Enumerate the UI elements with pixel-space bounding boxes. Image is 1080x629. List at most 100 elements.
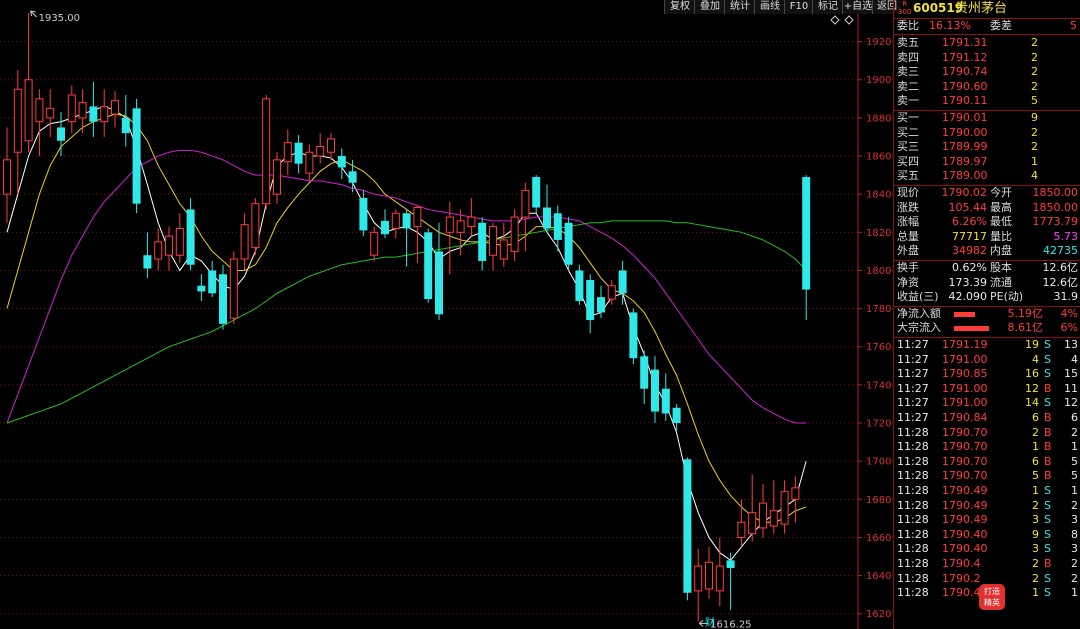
candle-body [413,207,422,228]
trade-price: 1790.70 [942,440,988,454]
toolbar-button-5[interactable]: 标记 [812,0,843,14]
y-tick-label: 1700 [866,457,891,468]
candle-body [651,369,659,412]
y-tick-label: 1680 [866,495,891,506]
trade-volume: 14 [1025,396,1039,410]
trade-price: 1790.70 [942,454,988,468]
bid-volume: 2 [1031,125,1038,139]
trade-row: 11:28 1790.49 1 S 1 [894,484,1080,499]
trade-volume: 1 [1032,484,1039,497]
candle-body [35,98,44,123]
candle-body [489,226,497,256]
kline-chart[interactable]: 1920 1900 1880 1860 1840 1820 1800 1780 1760 1740… [0,0,893,629]
trade-row: 11:28 1790.70 6 B 5 [894,455,1080,470]
fund-value: 173.39 [948,275,988,289]
candle-body [748,512,757,535]
bid-label: 买四 [897,154,919,168]
candle-body [262,98,271,205]
candle-body [67,94,76,123]
bid-volume: 1 [1031,154,1038,168]
candle-body [607,285,616,300]
candle-body [445,216,454,233]
candle-body [143,255,152,269]
trade-row: 11:28 1790.70 2 B 2 [894,426,1080,441]
fund-value: 42.090 [948,290,988,304]
trade-time: 11:28 [897,454,929,468]
trade-count: 3 [1071,513,1078,527]
fund-value: 0.62% [952,261,987,274]
trade-side: S [1044,586,1051,600]
y-tick-label: 1800 [866,266,891,277]
trade-price: 1790.49 [942,484,988,497]
toolbar-button-1[interactable]: 叠加 [694,0,725,14]
toolbar-button-3[interactable]: 画线 [754,0,785,14]
fund-label: 净资 [897,275,919,289]
stat-value: 77717 [952,229,987,243]
flow-label: 大宗流入 [897,321,941,335]
candle-body [121,117,130,134]
trade-side: S [1044,338,1051,351]
stat-value: 6.26% [952,215,987,229]
trade-price: 1790.40 [942,527,988,541]
arrow-icon [30,10,37,18]
trade-price: 1790.4 [942,557,981,570]
ask-label: 卖二 [897,79,919,93]
candle-body [208,270,217,294]
trade-time: 11:28 [897,527,929,541]
bid-volume: 4 [1031,169,1038,183]
candle-body [46,107,55,119]
bid-price: 1789.99 [942,140,988,154]
y-tick-label: 1880 [866,113,891,124]
kline-chart-svg[interactable]: 1920 1900 1880 1860 1840 1820 1800 1780 1760 1740… [0,0,893,629]
trade-time: 11:28 [897,586,929,600]
candle-body [618,270,627,294]
stat-value: 1850.00 [1032,186,1079,199]
low-annotation: 1616.25 [710,619,751,629]
trade-time: 11:28 [897,557,929,570]
ask-row: 卖三 1790.74 2 [894,65,1080,80]
y-tick-label: 1840 [866,190,891,201]
stat-label: 外盘 [897,244,919,258]
trade-count: 13 [1064,338,1078,351]
bid-price: 1790.01 [942,111,988,124]
fund-value: 12.6亿 [1042,275,1079,289]
trade-side: S [1044,498,1051,512]
bid-label: 买五 [897,169,919,183]
trade-time: 11:28 [897,571,929,585]
stat-label: 现价 [897,186,919,199]
candle-body [3,159,11,195]
toolbar-button-4[interactable]: F10 [784,0,813,14]
y-tick-label: 1900 [866,75,891,86]
ask-row: 卖一 1790.11 5 [894,94,1080,109]
y-tick-label: 1760 [866,342,891,353]
fund-value: 31.9 [1053,290,1079,304]
trade-time: 11:28 [897,484,929,497]
toolbar-button-2[interactable]: 统计 [724,0,755,14]
candle-body [381,220,389,235]
fund-value: 12.6亿 [1042,261,1079,274]
toolbar-button-0[interactable]: 复权 [664,0,695,14]
trade-count: 6 [1071,411,1078,424]
candle-body [165,235,173,256]
high-annotation: 1935.00 [39,13,80,24]
trade-side: S [1044,527,1051,541]
ask-price: 1790.60 [942,79,988,93]
trade-volume: 2 [1032,498,1039,512]
r300-badge: R 300 [898,0,911,16]
y-tick-label: 1860 [866,152,891,163]
trade-side: B [1044,557,1052,570]
bid-price: 1789.00 [942,169,988,183]
toolbar-button-6[interactable]: +自选 [842,0,873,14]
fundamental-row: 净资 173.39 流通 12.6亿 [894,276,1080,291]
fundamental-row: 换手 0.62% 股本 12.6亿 [894,261,1080,276]
trade-side: S [1044,571,1051,585]
bid-row: 买四 1789.97 1 [894,155,1080,170]
y-tick-label: 1720 [866,419,891,430]
trade-row: 11:28 1790.49 2 S 2 [894,499,1080,514]
badge-bottom: 300 [898,8,912,16]
trade-row: 11:28 1790.4 2 B 2 [894,557,1080,572]
candle-body [111,100,119,115]
candle-body [219,274,227,324]
candle-body [100,105,109,123]
y-tick-label: 1660 [866,533,891,544]
